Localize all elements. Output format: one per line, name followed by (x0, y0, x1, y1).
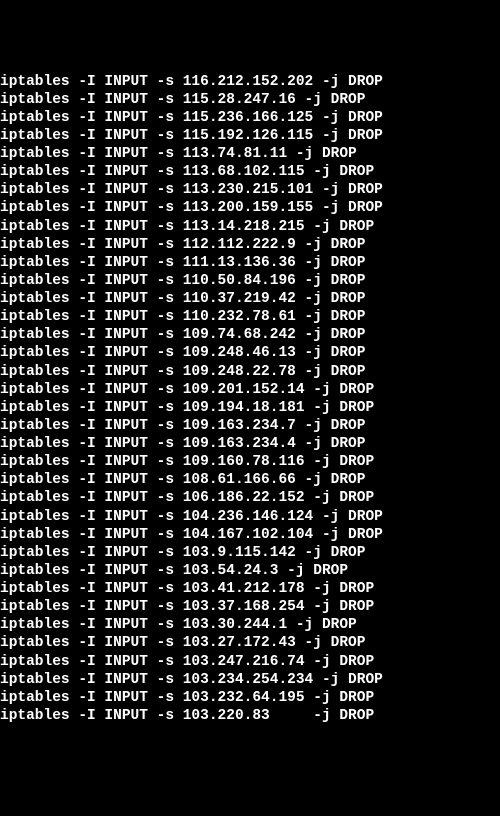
terminal-line: iptables -I INPUT -s 113.14.218.215 -j D… (0, 218, 500, 236)
terminal-line: iptables -I INPUT -s 109.160.78.116 -j D… (0, 453, 500, 471)
terminal-line: iptables -I INPUT -s 103.30.244.1 -j DRO… (0, 616, 500, 634)
terminal-line: iptables -I INPUT -s 109.248.22.78 -j DR… (0, 363, 500, 381)
terminal-line: iptables -I INPUT -s 103.247.216.74 -j D… (0, 653, 500, 671)
terminal-line: iptables -I INPUT -s 109.163.234.7 -j DR… (0, 417, 500, 435)
terminal-line: iptables -I INPUT -s 109.194.18.181 -j D… (0, 399, 500, 417)
terminal-line: iptables -I INPUT -s 104.236.146.124 -j … (0, 508, 500, 526)
terminal-line: iptables -I INPUT -s 106.186.22.152 -j D… (0, 489, 500, 507)
terminal-line: iptables -I INPUT -s 115.236.166.125 -j … (0, 109, 500, 127)
terminal-line: iptables -I INPUT -s 115.192.126.115 -j … (0, 127, 500, 145)
terminal-line: iptables -I INPUT -s 109.248.46.13 -j DR… (0, 344, 500, 362)
terminal-line: iptables -I INPUT -s 103.54.24.3 -j DROP (0, 562, 500, 580)
terminal-line: iptables -I INPUT -s 110.37.219.42 -j DR… (0, 290, 500, 308)
terminal-line: iptables -I INPUT -s 113.74.81.11 -j DRO… (0, 145, 500, 163)
terminal-line: iptables -I INPUT -s 103.41.212.178 -j D… (0, 580, 500, 598)
terminal-line: iptables -I INPUT -s 108.61.166.66 -j DR… (0, 471, 500, 489)
terminal-line: iptables -I INPUT -s 103.234.254.234 -j … (0, 671, 500, 689)
terminal-line: iptables -I INPUT -s 113.230.215.101 -j … (0, 181, 500, 199)
terminal-line: iptables -I INPUT -s 103.232.64.195 -j D… (0, 689, 500, 707)
terminal-line: iptables -I INPUT -s 109.163.234.4 -j DR… (0, 435, 500, 453)
terminal-line: iptables -I INPUT -s 103.220.83 -j DROP (0, 707, 500, 725)
terminal-line: iptables -I INPUT -s 110.50.84.196 -j DR… (0, 272, 500, 290)
terminal-line: iptables -I INPUT -s 110.232.78.61 -j DR… (0, 308, 500, 326)
terminal-line: iptables -I INPUT -s 113.200.159.155 -j … (0, 199, 500, 217)
terminal-line: iptables -I INPUT -s 112.112.222.9 -j DR… (0, 236, 500, 254)
terminal-line: iptables -I INPUT -s 113.68.102.115 -j D… (0, 163, 500, 181)
terminal-output: iptables -I INPUT -s 116.212.152.202 -j … (0, 73, 500, 726)
terminal-line: iptables -I INPUT -s 103.37.168.254 -j D… (0, 598, 500, 616)
terminal-line: iptables -I INPUT -s 109.201.152.14 -j D… (0, 381, 500, 399)
terminal-line: iptables -I INPUT -s 111.13.136.36 -j DR… (0, 254, 500, 272)
terminal-line: iptables -I INPUT -s 103.27.172.43 -j DR… (0, 634, 500, 652)
terminal-line: iptables -I INPUT -s 109.74.68.242 -j DR… (0, 326, 500, 344)
terminal-line: iptables -I INPUT -s 104.167.102.104 -j … (0, 526, 500, 544)
terminal-line: iptables -I INPUT -s 103.9.115.142 -j DR… (0, 544, 500, 562)
terminal-line: iptables -I INPUT -s 115.28.247.16 -j DR… (0, 91, 500, 109)
terminal-line: iptables -I INPUT -s 116.212.152.202 -j … (0, 73, 500, 91)
